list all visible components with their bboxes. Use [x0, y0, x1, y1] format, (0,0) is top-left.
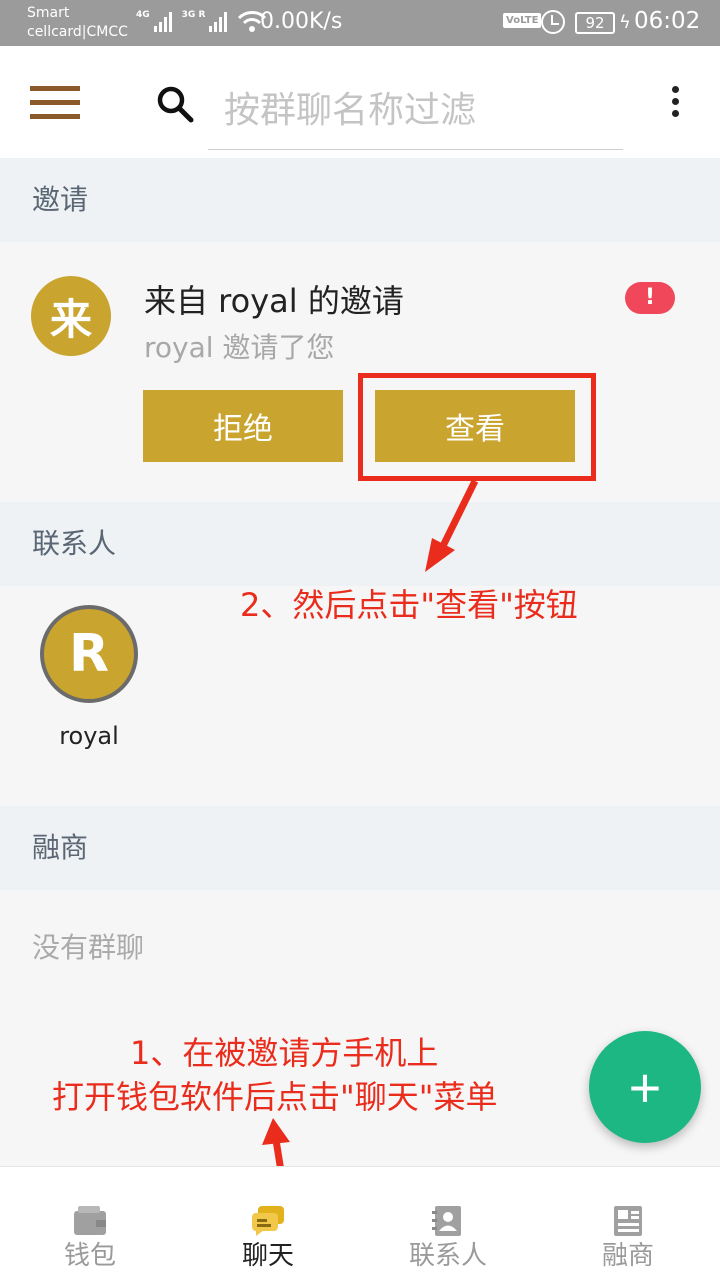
contacts-book-icon: [432, 1206, 461, 1236]
clock: 06:02: [634, 8, 701, 34]
signal-3g-icon: 3G R: [182, 10, 228, 32]
add-fab-button[interactable]: +: [589, 1031, 701, 1143]
contact-avatar[interactable]: R: [40, 605, 138, 703]
bottom-nav: 钱包 聊天 联系人 融商: [0, 1166, 720, 1280]
volte-badge: VoLTE: [503, 13, 542, 28]
app-bar: [0, 46, 720, 158]
chat-icon: [252, 1206, 284, 1236]
battery-level: 92: [575, 12, 615, 34]
invite-avatar: 来: [31, 276, 111, 356]
invite-title: 来自 royal 的邀请: [144, 282, 404, 320]
carrier-label: Smart cellcard|CMCC: [27, 5, 128, 40]
reject-button[interactable]: 拒绝: [143, 390, 343, 462]
contact-name: royal: [59, 722, 119, 750]
nav-item-wallet[interactable]: 钱包: [10, 1167, 170, 1280]
group-filter-input[interactable]: [208, 72, 623, 150]
wallet-icon: [74, 1206, 106, 1235]
more-options-icon[interactable]: [668, 86, 682, 120]
nav-item-chat[interactable]: 聊天: [188, 1167, 348, 1280]
nav-item-news[interactable]: 融商: [548, 1167, 708, 1280]
nav-item-contacts[interactable]: 联系人: [368, 1167, 528, 1280]
menu-icon[interactable]: [30, 86, 80, 120]
empty-groups-text: 没有群聊: [32, 931, 145, 964]
search-icon[interactable]: [155, 84, 195, 124]
annotation-step2: 2、然后点击"查看"按钮: [240, 586, 578, 624]
signal-indicators: 4G 3G R: [136, 10, 267, 32]
alarm-icon: [541, 10, 565, 34]
section-header-invites: 邀请: [0, 158, 720, 242]
signal-4g-icon: 4G: [136, 10, 172, 32]
annotation-step1-line1: 1、在被邀请方手机上: [130, 1034, 439, 1072]
news-icon: [614, 1206, 642, 1236]
status-bar: Smart cellcard|CMCC 4G 3G R 0.00K/s VoLT…: [0, 0, 720, 46]
section-header-contacts: 联系人: [0, 502, 720, 586]
network-speed: 0.00K/s: [260, 9, 343, 34]
section-header-groups: 融商: [0, 806, 720, 890]
annotation-step1-line2: 打开钱包软件后点击"聊天"菜单: [52, 1078, 498, 1116]
charging-icon: ϟ: [619, 12, 631, 33]
invite-subtitle: royal 邀请了您: [144, 331, 335, 364]
highlight-box-view: [358, 373, 596, 481]
alert-badge: !: [625, 282, 675, 314]
